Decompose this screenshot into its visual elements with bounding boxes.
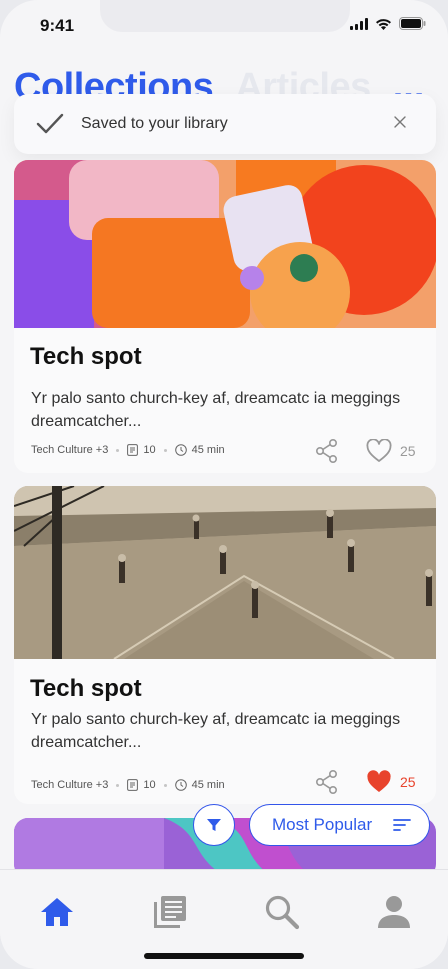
card-meta: Tech Culture +3 10 45 min [31, 444, 225, 456]
nav-profile[interactable] [374, 892, 414, 932]
article-count: 10 [127, 444, 156, 456]
share-icon[interactable] [314, 769, 340, 795]
search-icon [265, 895, 300, 930]
separator-dot [116, 448, 120, 452]
phone-screen: 9:41 Collections Articles ... Saved to y… [0, 0, 448, 969]
bottom-nav [0, 869, 448, 969]
collection-card[interactable]: Tech spot Yr palo santo church-key af, d… [14, 486, 436, 804]
card-meta: Tech Culture +3 10 45 min [31, 779, 225, 791]
share-icon[interactable] [314, 438, 340, 464]
card-image [14, 486, 436, 659]
status-icons [350, 17, 426, 30]
card-description: Yr palo santo church-key af, dreamcatc i… [31, 390, 401, 430]
like-count: 25 [400, 774, 416, 790]
toast-notification: Saved to your library [14, 94, 436, 154]
wifi-icon [376, 18, 391, 30]
abstract-shapes-image [14, 160, 436, 328]
article-count: 10 [127, 779, 156, 791]
separator-dot [163, 448, 167, 452]
filter-button[interactable] [193, 804, 235, 846]
card-category: Tech Culture +3 [31, 779, 109, 791]
nav-search[interactable] [262, 892, 302, 932]
battery-icon [399, 17, 426, 30]
reading-time-value: 45 min [191, 779, 225, 791]
reading-time: 45 min [174, 444, 225, 456]
clock-icon [174, 779, 187, 791]
profile-icon [378, 896, 410, 928]
reading-time-value: 45 min [191, 444, 225, 456]
filter-icon [207, 819, 221, 831]
sort-label: Most Popular [272, 815, 373, 834]
like-count: 25 [400, 443, 416, 459]
status-time: 9:41 [40, 16, 75, 35]
card-image [14, 160, 436, 328]
home-indicator [144, 953, 304, 959]
notch [100, 0, 350, 32]
card-title: Tech spot [30, 675, 142, 702]
clock-icon [174, 444, 187, 456]
nav-library[interactable] [150, 892, 190, 932]
collection-card[interactable]: Tech spot Yr palo santo church-key af, d… [14, 160, 436, 473]
reading-time: 45 min [174, 779, 225, 791]
home-icon [41, 898, 73, 926]
signal-icon [350, 17, 368, 30]
heart-outline-icon[interactable] [366, 439, 392, 463]
sort-button[interactable]: Most Popular [249, 804, 430, 846]
card-description: Yr palo santo church-key af, dreamcatc i… [31, 711, 401, 751]
card-actions: 25 [314, 438, 420, 464]
close-icon[interactable] [394, 116, 406, 128]
separator-dot [163, 783, 167, 787]
toast-message: Saved to your library [81, 115, 228, 132]
heart-filled-icon[interactable] [366, 770, 392, 794]
separator-dot [116, 783, 120, 787]
card-title: Tech spot [30, 343, 142, 370]
library-icon [154, 896, 186, 928]
check-icon [36, 113, 64, 134]
card-actions: 25 [314, 769, 420, 795]
document-icon [127, 444, 139, 456]
card-category: Tech Culture +3 [31, 444, 109, 456]
article-count-value: 10 [143, 444, 156, 456]
sort-icon [393, 819, 411, 831]
document-icon [127, 779, 139, 791]
nav-home[interactable] [37, 892, 77, 932]
baseball-field-image [14, 486, 436, 659]
status-bar: 9:41 [0, 0, 448, 52]
article-count-value: 10 [143, 779, 156, 791]
